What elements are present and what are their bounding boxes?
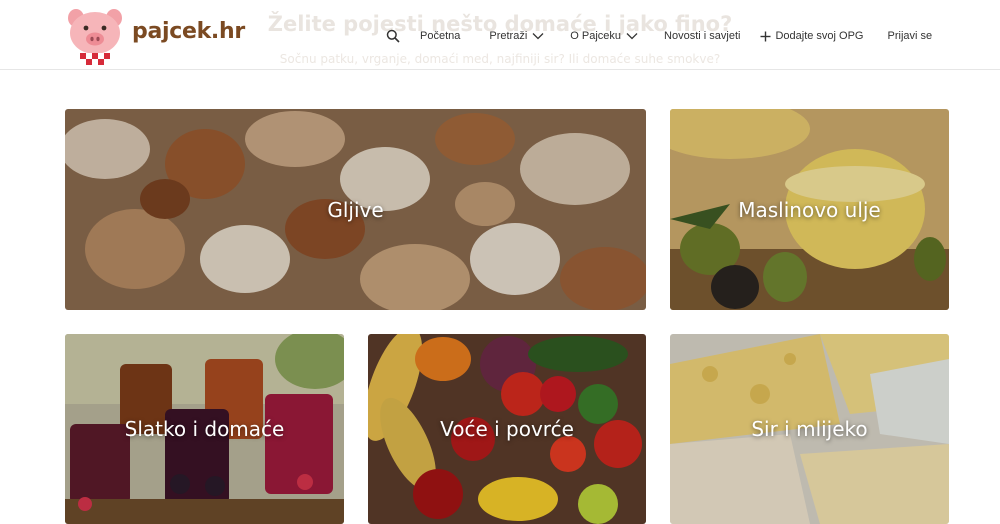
search-icon: [386, 29, 400, 43]
category-card-voce-i-povrce[interactable]: Voće i povrće: [368, 334, 646, 524]
chevron-down-icon: [532, 33, 544, 40]
brand-name[interactable]: pajcek.hr: [132, 19, 245, 44]
nav-dodajte-opg-label: Dodajte svoj OPG: [775, 30, 864, 42]
nav-pretrazi[interactable]: Pretraži: [489, 30, 544, 42]
category-label-slatko-i-domace: Slatko i domaće: [124, 417, 285, 441]
category-label-gljive: Gljive: [327, 197, 384, 222]
category-label-voce-i-povrce: Voće i povrće: [440, 417, 574, 441]
nav-dodajte-opg[interactable]: Dodajte svoj OPG: [760, 30, 864, 42]
main-nav: Početna Pretraži O Pajceku Novosti i sav…: [386, 26, 932, 46]
nav-o-pajceku[interactable]: O Pajceku: [570, 30, 638, 42]
nav-pretrazi-label: Pretraži: [489, 30, 528, 42]
category-label-sir-i-mlijeko: Sir i mlijeko: [751, 417, 868, 441]
category-card-slatko-i-domace[interactable]: Slatko i domaće: [65, 334, 344, 524]
category-card-maslinovo-ulje[interactable]: Maslinovo ulje: [670, 109, 949, 310]
pig-logo-icon[interactable]: [64, 6, 126, 66]
nav-o-pajceku-label: O Pajceku: [570, 30, 622, 42]
plus-icon: [760, 31, 771, 41]
nav-prijavi-se[interactable]: Prijavi se: [888, 30, 933, 42]
nav-novosti[interactable]: Novosti i savjeti: [664, 30, 740, 42]
search-button[interactable]: [386, 29, 400, 43]
site-header: pajcek.hr Početna Pretraži O Pajceku Nov…: [0, 0, 1000, 70]
category-card-sir-i-mlijeko[interactable]: Sir i mlijeko: [670, 334, 949, 524]
chevron-down-icon: [626, 33, 638, 40]
category-card-gljive[interactable]: Gljive: [65, 109, 646, 310]
category-label-maslinovo-ulje: Maslinovo ulje: [738, 197, 881, 222]
nav-pocetna[interactable]: Početna: [420, 30, 460, 42]
